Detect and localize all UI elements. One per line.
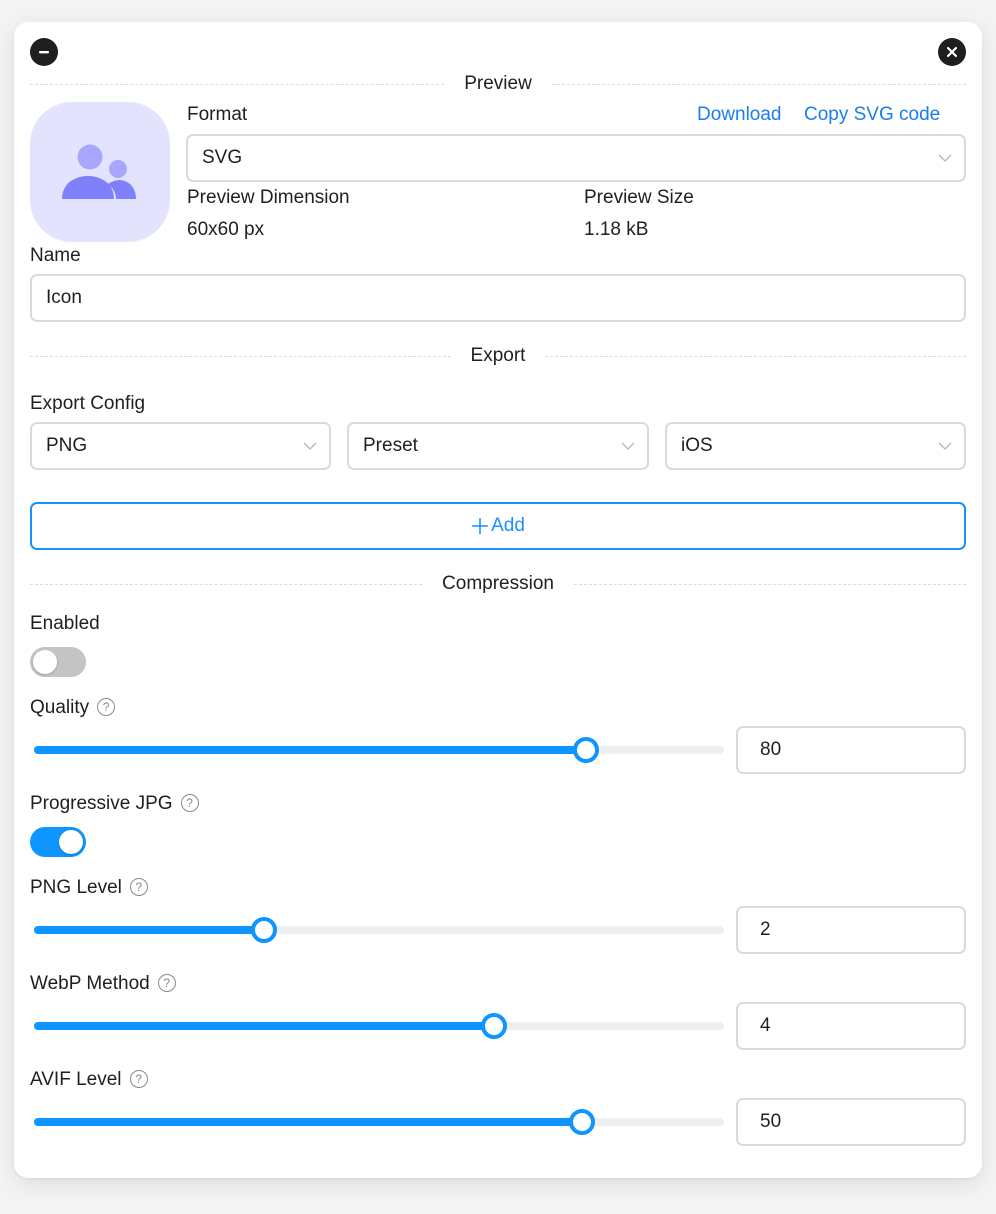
png-level-label: PNG Level? [30, 877, 148, 899]
quality-slider[interactable] [34, 735, 724, 765]
export-preset-select[interactable]: iOS [665, 422, 966, 470]
quality-input[interactable]: 80 [736, 726, 966, 774]
compression-section-divider: Compression [30, 573, 966, 594]
png-level-input[interactable]: 2 [736, 906, 966, 954]
preview-size-value: 1.18 kB [584, 219, 649, 240]
copy-svg-code-link[interactable]: Copy SVG code [804, 104, 940, 126]
toggle-knob [59, 830, 83, 854]
avif-level-label-text: AVIF Level [30, 1069, 122, 1090]
toggle-knob [33, 650, 57, 674]
export-preset-value: iOS [681, 435, 713, 456]
slider-thumb[interactable] [481, 1013, 507, 1039]
help-icon[interactable]: ? [97, 698, 116, 716]
export-section-title: Export [470, 345, 526, 366]
quality-label: Quality? [30, 697, 116, 719]
users-group-icon [62, 144, 136, 199]
png-level-input-value: 2 [760, 919, 771, 940]
name-label: Name [30, 245, 81, 266]
webp-method-slider[interactable] [34, 1011, 724, 1041]
format-select[interactable]: SVG [186, 134, 966, 182]
slider-fill [34, 926, 264, 934]
download-link[interactable]: Download [697, 104, 782, 126]
export-mode-value: Preset [363, 435, 418, 456]
preview-size-label: Preview Size [584, 187, 694, 208]
chevron-down-icon [938, 154, 952, 162]
progressive-jpg-toggle[interactable] [30, 827, 86, 857]
format-select-value: SVG [202, 147, 243, 168]
slider-thumb[interactable] [573, 737, 599, 763]
webp-method-input-value: 4 [760, 1015, 771, 1036]
chevron-down-icon [621, 442, 635, 450]
progressive-jpg-label-text: Progressive JPG [30, 793, 173, 814]
webp-method-label: WebP Method? [30, 973, 176, 995]
name-input-value: Icon [46, 287, 82, 308]
help-icon[interactable]: ? [157, 974, 176, 992]
png-level-slider[interactable] [34, 915, 724, 945]
export-format-value: PNG [46, 435, 88, 456]
export-section-divider: Export [30, 345, 967, 366]
preview-dimension-label: Preview Dimension [187, 187, 350, 208]
enabled-toggle[interactable] [30, 647, 86, 677]
add-export-config-button[interactable]: Add [30, 502, 966, 550]
slider-fill [34, 1118, 582, 1126]
icon-preview [30, 102, 170, 242]
quality-input-value: 80 [760, 739, 782, 760]
webp-method-label-text: WebP Method [30, 973, 150, 994]
export-panel: Preview Format Download Copy SVG code SV… [14, 22, 982, 1178]
plus-icon [472, 518, 489, 534]
help-icon[interactable]: ? [180, 794, 199, 812]
chevron-down-icon [938, 442, 952, 450]
minus-icon [39, 51, 49, 54]
format-label: Format [187, 104, 248, 125]
preview-section-title: Preview [464, 73, 532, 94]
close-icon [946, 46, 958, 58]
help-icon[interactable]: ? [129, 878, 148, 896]
progressive-jpg-label: Progressive JPG? [30, 793, 199, 815]
preview-section-divider: Preview [30, 73, 967, 94]
png-level-label-text: PNG Level [30, 877, 122, 898]
add-button-label: Add [491, 515, 525, 536]
slider-thumb[interactable] [251, 917, 277, 943]
avif-level-input-value: 50 [760, 1111, 782, 1132]
help-icon[interactable]: ? [129, 1070, 148, 1088]
avif-level-slider[interactable] [34, 1107, 724, 1137]
quality-label-text: Quality [30, 697, 90, 718]
slider-thumb[interactable] [568, 1109, 595, 1135]
export-config-label: Export Config [30, 393, 146, 414]
avif-level-input[interactable]: 50 [736, 1098, 966, 1146]
slider-fill [34, 1022, 494, 1030]
webp-method-input[interactable]: 4 [736, 1002, 966, 1050]
avif-level-label: AVIF Level? [30, 1069, 148, 1091]
export-format-select[interactable]: PNG [30, 422, 331, 470]
name-input[interactable]: Icon [30, 274, 966, 322]
chevron-down-icon [303, 442, 317, 450]
slider-fill [34, 746, 586, 754]
enabled-label: Enabled [30, 613, 100, 634]
export-mode-select[interactable]: Preset [347, 422, 649, 470]
minimize-button[interactable] [30, 38, 58, 66]
close-button[interactable] [938, 38, 966, 66]
compression-section-title: Compression [442, 573, 554, 594]
preview-dimension-value: 60x60 px [187, 219, 265, 240]
